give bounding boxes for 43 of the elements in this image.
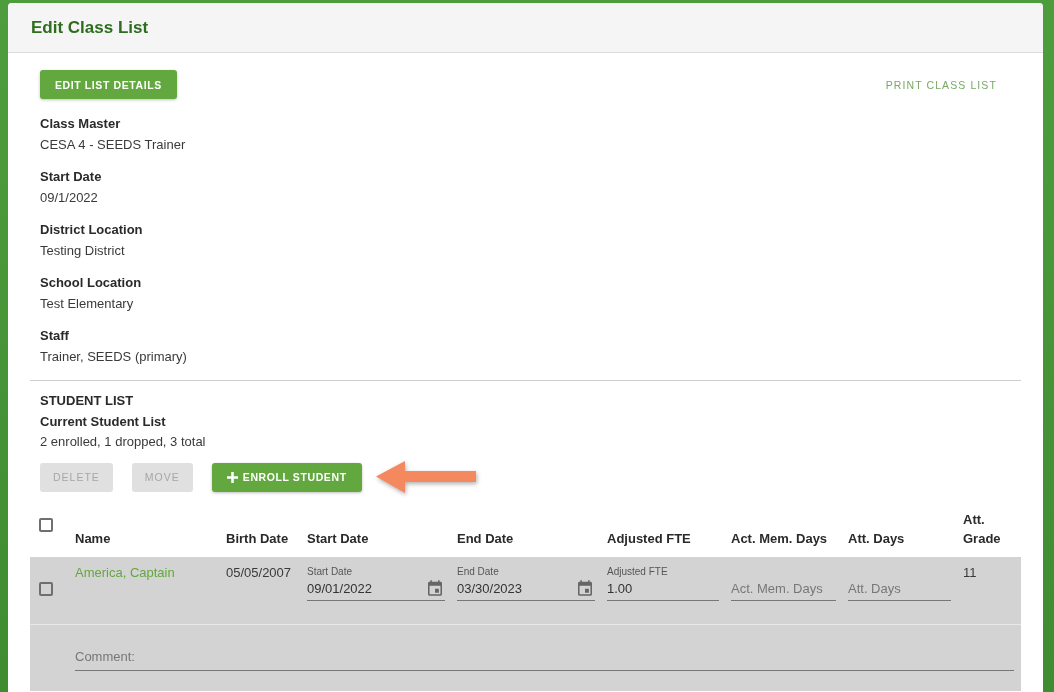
detail-label: School Location xyxy=(40,274,142,292)
column-header: Adjusted FTE xyxy=(607,530,691,548)
detail-value: Trainer, SEEDS (primary) xyxy=(40,348,187,366)
calendar-icon[interactable] xyxy=(428,580,442,596)
table-cell: 05/05/2007 xyxy=(226,564,292,582)
page-title: Edit Class List xyxy=(31,17,149,38)
detail-value: CESA 4 - SEEDS Trainer xyxy=(40,136,186,154)
plus-icon xyxy=(226,471,238,483)
edit-list-details-button[interactable]: EDIT LIST DETAILS xyxy=(40,70,177,99)
field-label: Adjusted FTE xyxy=(607,565,668,578)
comment-input[interactable]: Comment: xyxy=(75,646,1014,671)
column-header: Act. Mem. Days xyxy=(731,530,828,548)
section-subheading: Current Student List xyxy=(40,413,166,431)
table-cell: 11 xyxy=(963,564,977,582)
date-input[interactable]: 09/01/2022 xyxy=(307,578,445,601)
select-all-checkbox[interactable] xyxy=(39,518,53,532)
student-name-link[interactable]: America, Captain xyxy=(75,564,175,582)
column-header: Att. Grade xyxy=(963,511,1002,548)
column-header: Start Date xyxy=(307,530,369,548)
detail-value: 09/1/2022 xyxy=(40,189,98,207)
detail-label: Staff xyxy=(40,327,69,345)
detail-label: District Location xyxy=(40,221,143,239)
text-input[interactable]: 1.00 xyxy=(607,578,719,601)
column-header: Att. Days xyxy=(848,530,905,548)
left-arrow-icon xyxy=(375,461,476,493)
detail-label: Class Master xyxy=(40,115,121,133)
date-input[interactable]: 03/30/2023 xyxy=(457,578,595,601)
detail-value: Test Elementary xyxy=(40,295,134,313)
field-label: End Date xyxy=(457,565,499,578)
column-header: Name xyxy=(75,530,111,548)
text-input[interactable]: Act. Mem. Days xyxy=(731,578,836,601)
row-checkbox[interactable] xyxy=(39,582,53,596)
column-header: Birth Date xyxy=(226,530,289,548)
enroll-student-button[interactable]: ENROLL STUDENT xyxy=(211,462,362,492)
detail-label: Start Date xyxy=(40,168,102,186)
calendar-icon[interactable] xyxy=(578,580,592,596)
print-class-list-link[interactable]: PRINT CLASS LIST xyxy=(885,72,997,97)
enrollment-summary: 2 enrolled, 1 dropped, 3 total xyxy=(40,433,206,451)
field-label: Start Date xyxy=(307,565,353,578)
detail-value: Testing District xyxy=(40,242,125,260)
section-heading: STUDENT LIST xyxy=(40,392,134,410)
column-header: End Date xyxy=(457,530,514,548)
text-input[interactable]: Att. Days xyxy=(848,578,951,601)
